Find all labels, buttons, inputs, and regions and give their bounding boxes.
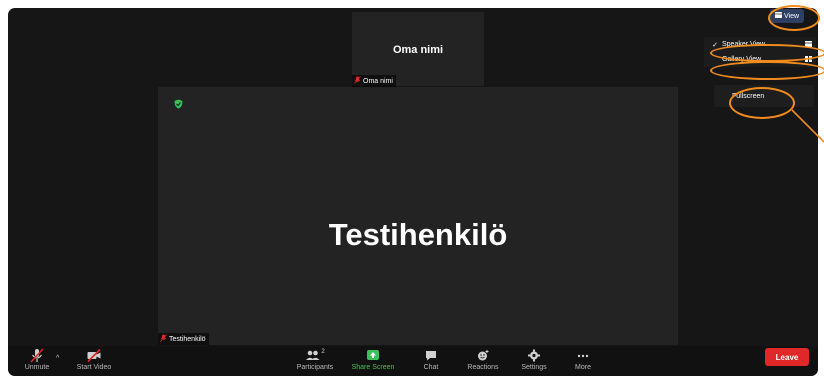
start-video-label: Start Video (76, 364, 112, 371)
chat-label: Chat (423, 364, 439, 371)
view-button-label: View (783, 12, 800, 20)
settings-button[interactable]: Settings (516, 348, 552, 376)
fullscreen-label: Fullscreen (732, 92, 765, 100)
participant-tile-self[interactable]: Oma nimi Oma nimi (352, 12, 484, 87)
participants-label: Participants (296, 364, 334, 371)
gear-icon (527, 348, 541, 363)
menu-item-label: Speaker View (722, 41, 766, 48)
more-label: More (575, 364, 591, 371)
audio-options-caret-icon[interactable]: ^ (56, 355, 59, 362)
video-off-icon (86, 348, 102, 363)
unmute-button[interactable]: Unmute (22, 348, 52, 376)
participant-label-text: Oma nimi (363, 77, 393, 85)
meeting-toolbar: Unmute ^ Start Video 2 Participants Shar… (8, 346, 818, 376)
participants-icon: 2 (305, 348, 325, 363)
chat-button[interactable]: Chat (418, 348, 444, 376)
share-screen-icon (365, 348, 381, 363)
participant-tile-speaker[interactable]: Testihenkilö Testihenkilö (158, 87, 678, 345)
settings-label: Settings (521, 364, 547, 371)
leave-button[interactable]: Leave (765, 348, 809, 366)
view-button[interactable]: View (770, 9, 804, 23)
participants-button[interactable]: 2 Participants (292, 348, 338, 376)
participant-name-label: Oma nimi (352, 75, 396, 87)
menu-item-speaker-view[interactable]: ✓ Speaker View (704, 37, 816, 52)
participants-count-badge: 2 (321, 349, 325, 355)
more-button[interactable]: More (570, 348, 596, 376)
start-video-button[interactable]: Start Video (72, 348, 116, 376)
share-screen-label: Share Screen (351, 364, 395, 371)
meeting-window: Oma nimi Oma nimi Testihenkilö Testihenk… (8, 8, 818, 376)
fullscreen-menu-item[interactable]: Fullscreen (714, 85, 814, 107)
gallery-view-icon (805, 56, 812, 64)
muted-mic-icon (354, 76, 361, 86)
muted-mic-icon (160, 334, 167, 344)
reactions-icon (475, 348, 491, 363)
leave-label: Leave (775, 352, 799, 362)
muted-mic-icon (29, 348, 45, 363)
share-screen-button[interactable]: Share Screen (348, 348, 398, 376)
more-dots-icon (576, 348, 590, 363)
participant-name-label: Testihenkilö (158, 333, 209, 345)
speaker-view-icon (805, 41, 812, 49)
menu-item-label: Gallery View (722, 56, 762, 63)
security-shield-icon (174, 96, 183, 114)
view-menu: ✓ Speaker View Gallery View (704, 37, 816, 67)
reactions-label: Reactions (467, 364, 499, 371)
checkmark-icon: ✓ (712, 41, 718, 49)
unmute-label: Unmute (24, 364, 50, 371)
menu-item-gallery-view[interactable]: Gallery View (704, 52, 816, 67)
participant-name: Testihenkilö (328, 217, 508, 252)
reactions-button[interactable]: Reactions (463, 348, 503, 376)
participant-name: Oma nimi (392, 44, 444, 56)
chat-icon (424, 348, 438, 363)
view-grid-icon (774, 12, 782, 20)
annotation-pointer-line (791, 109, 824, 143)
participant-label-text: Testihenkilö (169, 335, 206, 343)
